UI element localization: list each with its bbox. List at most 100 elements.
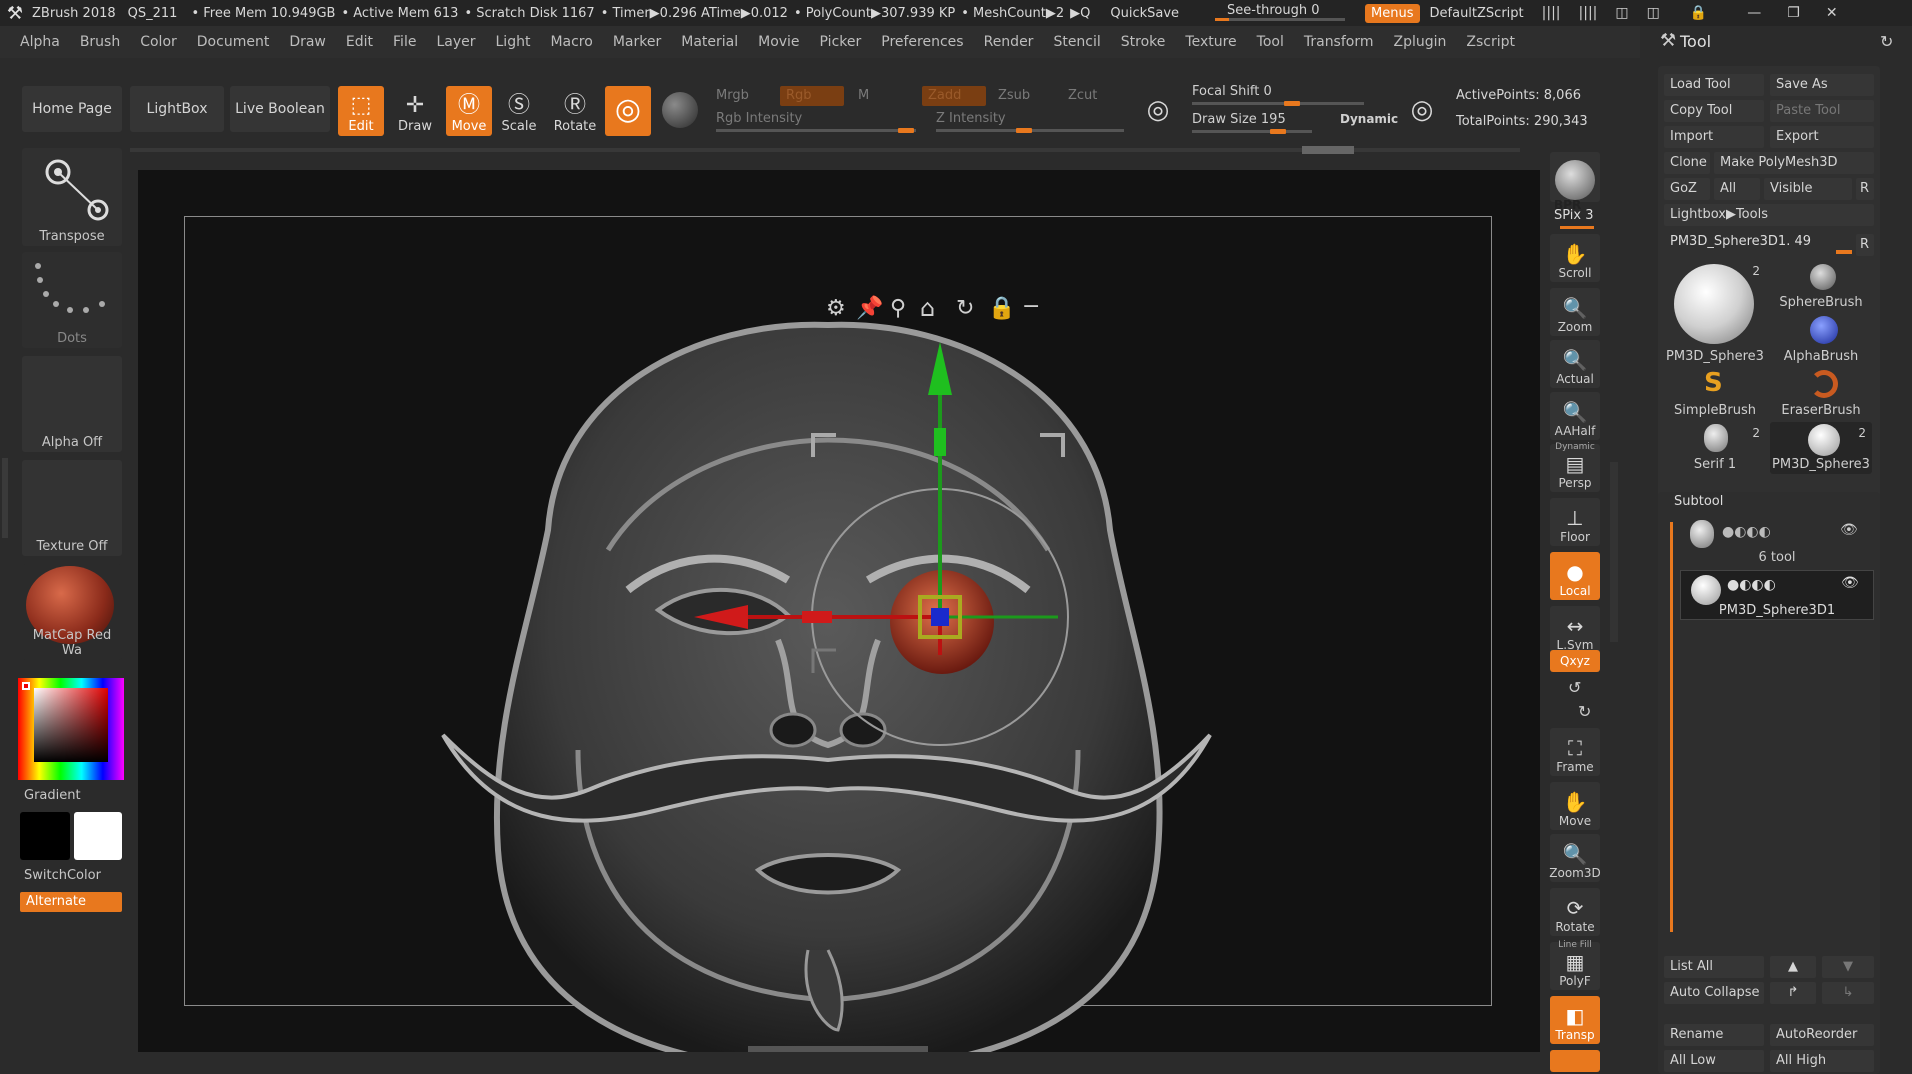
aahalf-button[interactable]: 🔍 AAHalf [1550, 392, 1600, 440]
move-button[interactable]: Ⓜ Move [446, 86, 492, 136]
right-tray-handle[interactable] [1610, 462, 1618, 642]
import-button[interactable]: Import [1664, 126, 1764, 148]
sphere-material-button[interactable] [658, 86, 702, 136]
menu-macro[interactable]: Macro [550, 34, 592, 50]
all-low-button[interactable]: All Low [1664, 1050, 1764, 1072]
lock-icon[interactable]: 🔒 [1690, 5, 1707, 21]
subtool-title[interactable]: Subtool [1674, 494, 1723, 509]
default-zscript-button[interactable]: DefaultZScript [1430, 6, 1524, 21]
zcut-button[interactable]: Zcut [1068, 88, 1097, 103]
autoreorder-button[interactable]: AutoReorder [1770, 1024, 1874, 1046]
subtool-item[interactable]: ●◐◐◐ 👁 6 tool [1680, 518, 1874, 568]
tool-thumb-serif[interactable]: 2 Serif 1 [1664, 422, 1766, 474]
stroke-d-button[interactable]: ◎ [1400, 86, 1444, 136]
menu-movie[interactable]: Movie [758, 34, 799, 50]
tool-panel-reset-icon[interactable]: ↻ [1880, 32, 1893, 51]
goz-r-button[interactable]: R [1856, 178, 1874, 200]
menu-document[interactable]: Document [197, 34, 270, 50]
rename-button[interactable]: Rename [1664, 1024, 1764, 1046]
gizmo-3d-button[interactable]: ◎ [605, 86, 651, 136]
clone-button[interactable]: Clone [1664, 152, 1710, 174]
lightbox-button[interactable]: LightBox [130, 86, 224, 132]
menu-texture[interactable]: Texture [1185, 34, 1236, 50]
tool-thumb-eraserbrush[interactable]: EraserBrush [1770, 368, 1872, 420]
menu-alpha[interactable]: Alpha [20, 34, 60, 50]
paste-tool-button[interactable]: Paste Tool [1770, 100, 1874, 122]
menu-zplugin[interactable]: Zplugin [1394, 34, 1447, 50]
menu-render[interactable]: Render [984, 34, 1034, 50]
gizmo-location-icon[interactable]: ⚲ [890, 296, 906, 321]
secondary-color-swatch[interactable] [20, 812, 70, 860]
persp-button[interactable]: Dynamic ▤ Persp [1550, 442, 1600, 492]
load-tool-button[interactable]: Load Tool [1664, 74, 1764, 96]
rotate-button[interactable]: Ⓡ Rotate [552, 86, 598, 136]
lightbox-tools-button[interactable]: Lightbox▶Tools [1664, 204, 1874, 226]
gradient-label[interactable]: Gradient [24, 788, 81, 803]
auto-collapse-button[interactable]: Auto Collapse [1664, 982, 1764, 1004]
menu-zscript[interactable]: Zscript [1466, 34, 1515, 50]
gizmo-home-icon[interactable]: ⌂ [920, 294, 935, 322]
z-intensity-thumb[interactable] [1016, 128, 1032, 133]
menu-layer[interactable]: Layer [436, 34, 475, 50]
subtool-item-selected[interactable]: ●◐◐◐ 👁 PM3D_Sphere3D1 [1680, 570, 1874, 620]
local-button[interactable]: ● Local [1550, 552, 1600, 600]
menu-transform[interactable]: Transform [1304, 34, 1374, 50]
tool-panel-title[interactable]: Tool [1680, 32, 1711, 51]
gizmo-settings-icon[interactable]: ⚙ [826, 296, 846, 321]
color-picker-square[interactable] [34, 688, 108, 762]
zoom3d-button[interactable]: 🔍 Zoom3D [1549, 834, 1601, 882]
close-icon[interactable]: ✕ [1826, 5, 1838, 21]
menus-button[interactable]: Menus [1365, 3, 1420, 23]
save-as-button[interactable]: Save As [1770, 74, 1874, 96]
menu-material[interactable]: Material [681, 34, 738, 50]
alternate-button[interactable]: Alternate [20, 892, 122, 912]
mrgb-button[interactable]: Mrgb [716, 88, 749, 103]
alpha-button[interactable]: Alpha Off [22, 356, 122, 452]
draw-size-track[interactable] [1192, 130, 1312, 133]
make-polymesh-button[interactable]: Make PolyMesh3D [1714, 152, 1874, 174]
frame-button[interactable]: ⛶ Frame [1550, 728, 1600, 776]
polyf-button[interactable]: Line Fill ▦ PolyF [1550, 940, 1600, 990]
ghost-button[interactable] [1550, 1050, 1600, 1072]
move-up-icon[interactable]: ▲ [1770, 956, 1816, 978]
lsym-button[interactable]: ↔ L.Sym [1550, 606, 1600, 654]
move-down-icon[interactable]: ▼ [1822, 956, 1874, 978]
live-boolean-button[interactable]: Live Boolean [230, 86, 330, 132]
rgb-intensity-thumb[interactable] [898, 128, 914, 133]
current-tool-slider[interactable] [1836, 250, 1852, 254]
focal-shift-thumb[interactable] [1284, 101, 1300, 106]
arrow-down-right-icon[interactable]: ↳ [1822, 982, 1874, 1004]
menu-file[interactable]: File [393, 34, 416, 50]
tool-thumb-alphabrush[interactable]: AlphaBrush [1770, 314, 1872, 366]
restore-icon[interactable]: ❐ [1787, 5, 1800, 21]
subtool-scrollbar[interactable] [1670, 522, 1673, 932]
gizmo-minus-icon[interactable]: − [1022, 294, 1040, 319]
rgb-button[interactable]: Rgb [780, 86, 844, 106]
scroll-button[interactable]: ✋ Scroll [1550, 234, 1600, 282]
current-tool-r-button[interactable]: R [1856, 234, 1874, 256]
draw-size-thumb[interactable] [1270, 129, 1286, 134]
top-shelf-scroll-thumb[interactable] [1302, 146, 1354, 154]
zoom-button[interactable]: 🔍 Zoom [1550, 288, 1600, 336]
menu-light[interactable]: Light [496, 34, 531, 50]
minimize-icon[interactable]: — [1747, 5, 1761, 21]
menu-draw[interactable]: Draw [289, 34, 326, 50]
texture-button[interactable]: Texture Off [22, 460, 122, 556]
edit-button[interactable]: ⬚ Edit [338, 86, 384, 136]
gizmo-pin-icon[interactable]: 📌 [856, 296, 883, 321]
m-button[interactable]: M [858, 88, 869, 103]
color-picker[interactable] [18, 678, 124, 780]
layout-left-icon[interactable]: ◫ [1615, 5, 1628, 21]
tool-thumb-spherebrush[interactable]: SphereBrush [1770, 260, 1872, 312]
draw-button[interactable]: ✛ Draw [392, 86, 438, 136]
menu-picker[interactable]: Picker [820, 34, 862, 50]
tool-thumb-pm3d-sphere[interactable]: 2 PM3D_Sphere3 [1664, 260, 1766, 366]
see-through-slider[interactable]: See-through 0 [1215, 3, 1346, 23]
menu-preferences[interactable]: Preferences [881, 34, 963, 50]
focal-shift-track[interactable] [1192, 102, 1364, 105]
bars-right-icon[interactable]: |||| [1579, 5, 1598, 21]
all-high-button[interactable]: All High [1770, 1050, 1874, 1072]
menu-tool[interactable]: Tool [1257, 34, 1284, 50]
quicksave-button[interactable]: QuickSave [1110, 6, 1179, 21]
goz-visible-button[interactable]: Visible [1764, 178, 1852, 200]
